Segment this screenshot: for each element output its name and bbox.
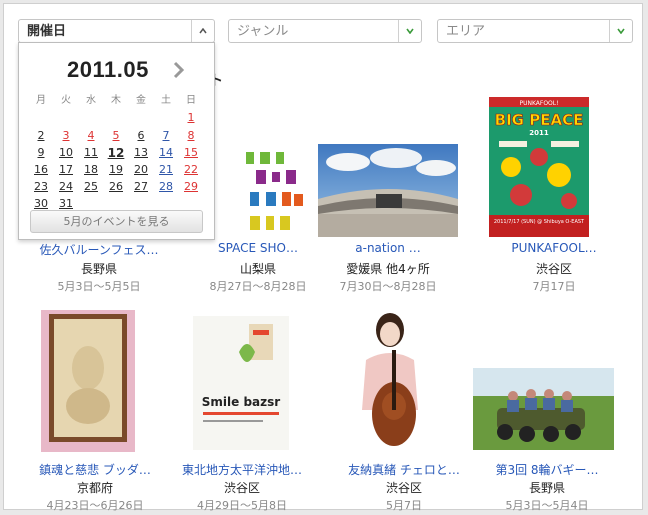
calendar-weekday-label: 水: [86, 95, 96, 106]
event-title-link[interactable]: 佐久バルーンフェス…: [29, 241, 169, 258]
calendar-day-link[interactable]: 10: [56, 146, 76, 160]
event-dates: 4月23日〜6月26日: [46, 499, 144, 512]
calendar-weekday-label: 日: [186, 95, 196, 106]
calendar-day-link[interactable]: 29: [181, 180, 201, 194]
event-thumbnail[interactable]: Smile bazsr: [193, 316, 289, 450]
calendar-day-link[interactable]: 7: [156, 129, 176, 143]
calendar-day-link[interactable]: 17: [56, 163, 76, 177]
event-title-link[interactable]: a-nation …: [318, 241, 458, 255]
area-filter-label: エリア: [446, 24, 486, 39]
chevron-down-icon: [406, 28, 414, 34]
date-filter-toggle[interactable]: [191, 20, 214, 42]
event-thumbnail[interactable]: [41, 310, 135, 452]
poster-bottom-text: 2011/7/17 (SUN) @ Shibuya O-EAST: [494, 219, 585, 225]
event-location: 渋谷区: [385, 481, 422, 495]
calendar-day-link[interactable]: 31: [56, 197, 76, 211]
calendar-weekday-label: 月: [36, 95, 46, 106]
calendar-day-link[interactable]: 5: [106, 129, 126, 143]
chevron-up-icon: [199, 28, 207, 34]
event-location: 渋谷区: [223, 481, 260, 495]
event-thumbnail[interactable]: [473, 368, 614, 450]
event-card[interactable]: Smile bazsr 東北地方太平洋沖地… 渋谷区 4月29日〜5月8日: [172, 310, 312, 512]
event-location: 愛媛県 他4ヶ所: [346, 262, 430, 276]
poster-title-text: BIG PEACE: [495, 111, 584, 129]
calendar-day-link[interactable]: 22: [181, 163, 201, 177]
calendar-day-link[interactable]: 21: [156, 163, 176, 177]
event-thumbnail[interactable]: [344, 310, 442, 452]
event-location: 長野県: [80, 262, 117, 276]
calendar-day-link[interactable]: 1: [181, 111, 201, 125]
calendar-day-link[interactable]: 8: [181, 129, 201, 143]
calendar-day-link[interactable]: 6: [131, 129, 151, 143]
event-dates: 5月7日: [386, 499, 422, 512]
calendar-day-link[interactable]: 4: [81, 129, 101, 143]
calendar-day-link[interactable]: 16: [31, 163, 51, 177]
event-location: 京都府: [76, 481, 113, 495]
event-title-link[interactable]: 鎮魂と慈悲 ブッダ…: [25, 461, 165, 478]
event-dates: 7月30日〜8月28日: [339, 280, 437, 293]
poster-year-text: 2011: [529, 129, 549, 137]
view-month-events-button[interactable]: 5月のイベントを見る: [30, 210, 203, 233]
event-title-link[interactable]: PUNKAFOOL…: [484, 241, 624, 255]
event-title-link[interactable]: 東北地方太平洋沖地…: [172, 461, 312, 478]
next-month-arrow-icon[interactable]: [172, 60, 186, 80]
genre-filter-label: ジャンル: [237, 24, 289, 39]
calendar-day-link[interactable]: 27: [131, 180, 151, 194]
calendar-day-link[interactable]: 3: [56, 129, 76, 143]
event-dates: 5月3日〜5月4日: [505, 499, 589, 512]
calendar-weekday-label: 土: [161, 95, 171, 106]
calendar-day-link[interactable]: 19: [106, 163, 126, 177]
area-filter-toggle[interactable]: [609, 20, 632, 42]
poster-top-text: PUNKAFOOL!: [519, 100, 558, 107]
event-dates: 8月27日〜8月28日: [209, 280, 307, 293]
calendar-weekday-label: 金: [136, 95, 146, 106]
event-card[interactable]: 鎮魂と慈悲 ブッダ… 京都府 4月23日〜6月26日: [25, 310, 165, 512]
event-card[interactable]: PUNKAFOOL! BIG PEACE 2011 2011/7/17 (SUN…: [484, 88, 624, 293]
event-location: 長野県: [528, 481, 565, 495]
event-title-link[interactable]: 友納真緒 チェロと…: [334, 461, 474, 478]
calendar-popup: 2011.05 月火水木金土日 1 2 3 4 5 6 7 8 9 10 11 12 13 14 15 16 1…: [18, 42, 215, 240]
calendar-day-link[interactable]: 12: [106, 146, 126, 160]
genre-filter-dropdown[interactable]: ジャンル: [228, 19, 422, 43]
calendar-day-link[interactable]: 9: [31, 146, 51, 160]
calendar-day-link[interactable]: 13: [131, 146, 151, 160]
event-dates: 4月29日〜5月8日: [197, 499, 287, 512]
event-card[interactable]: 第3回 8輪バギー… 長野県 5月3日〜5月4日: [473, 310, 617, 512]
event-dates: 5月3日〜5月5日: [57, 280, 141, 293]
event-location: 山梨県: [239, 262, 276, 276]
date-filter-dropdown[interactable]: 開催日: [18, 19, 215, 43]
event-card[interactable]: 友納真緒 チェロと… 渋谷区 5月7日: [334, 310, 474, 512]
genre-filter-toggle[interactable]: [398, 20, 421, 42]
date-filter-label: 開催日: [27, 24, 67, 39]
calendar-weekday-label: 木: [111, 95, 121, 106]
event-location: 渋谷区: [535, 262, 572, 276]
event-thumbnail[interactable]: [216, 148, 306, 238]
calendar-day-link[interactable]: 11: [81, 146, 101, 160]
calendar-day-link[interactable]: 15: [181, 146, 201, 160]
calendar-day-link[interactable]: 25: [81, 180, 101, 194]
event-thumbnail[interactable]: [318, 144, 458, 237]
area-filter-dropdown[interactable]: エリア: [437, 19, 633, 43]
calendar-day-link[interactable]: 18: [81, 163, 101, 177]
event-title-link[interactable]: SPACE SHO…: [188, 241, 328, 255]
calendar-weekday-label: 火: [61, 95, 71, 106]
event-dates: 7月17日: [532, 280, 576, 293]
calendar-day-link[interactable]: 23: [31, 180, 51, 194]
calendar-month-title: 2011.05: [67, 57, 149, 82]
poster-smile-text: Smile bazsr: [202, 395, 281, 409]
chevron-down-icon: [617, 28, 625, 34]
calendar-day-link[interactable]: 2: [31, 129, 51, 143]
page-frame: 開催日 ジャンル エリア ント 2011.05 月火水木金土日 12345678…: [3, 3, 643, 512]
event-card[interactable]: a-nation … 愛媛県 他4ヶ所 7月30日〜8月28日: [318, 88, 458, 293]
calendar-day-link[interactable]: 14: [156, 146, 176, 160]
calendar-day-link[interactable]: 26: [106, 180, 126, 194]
event-thumbnail[interactable]: PUNKAFOOL! BIG PEACE 2011 2011/7/17 (SUN…: [489, 97, 589, 237]
calendar-day-link[interactable]: 20: [131, 163, 151, 177]
calendar-day-link[interactable]: 30: [31, 197, 51, 211]
calendar-day-link[interactable]: 28: [156, 180, 176, 194]
calendar-day-link[interactable]: 24: [56, 180, 76, 194]
event-title-link[interactable]: 第3回 8輪バギー…: [477, 461, 617, 478]
